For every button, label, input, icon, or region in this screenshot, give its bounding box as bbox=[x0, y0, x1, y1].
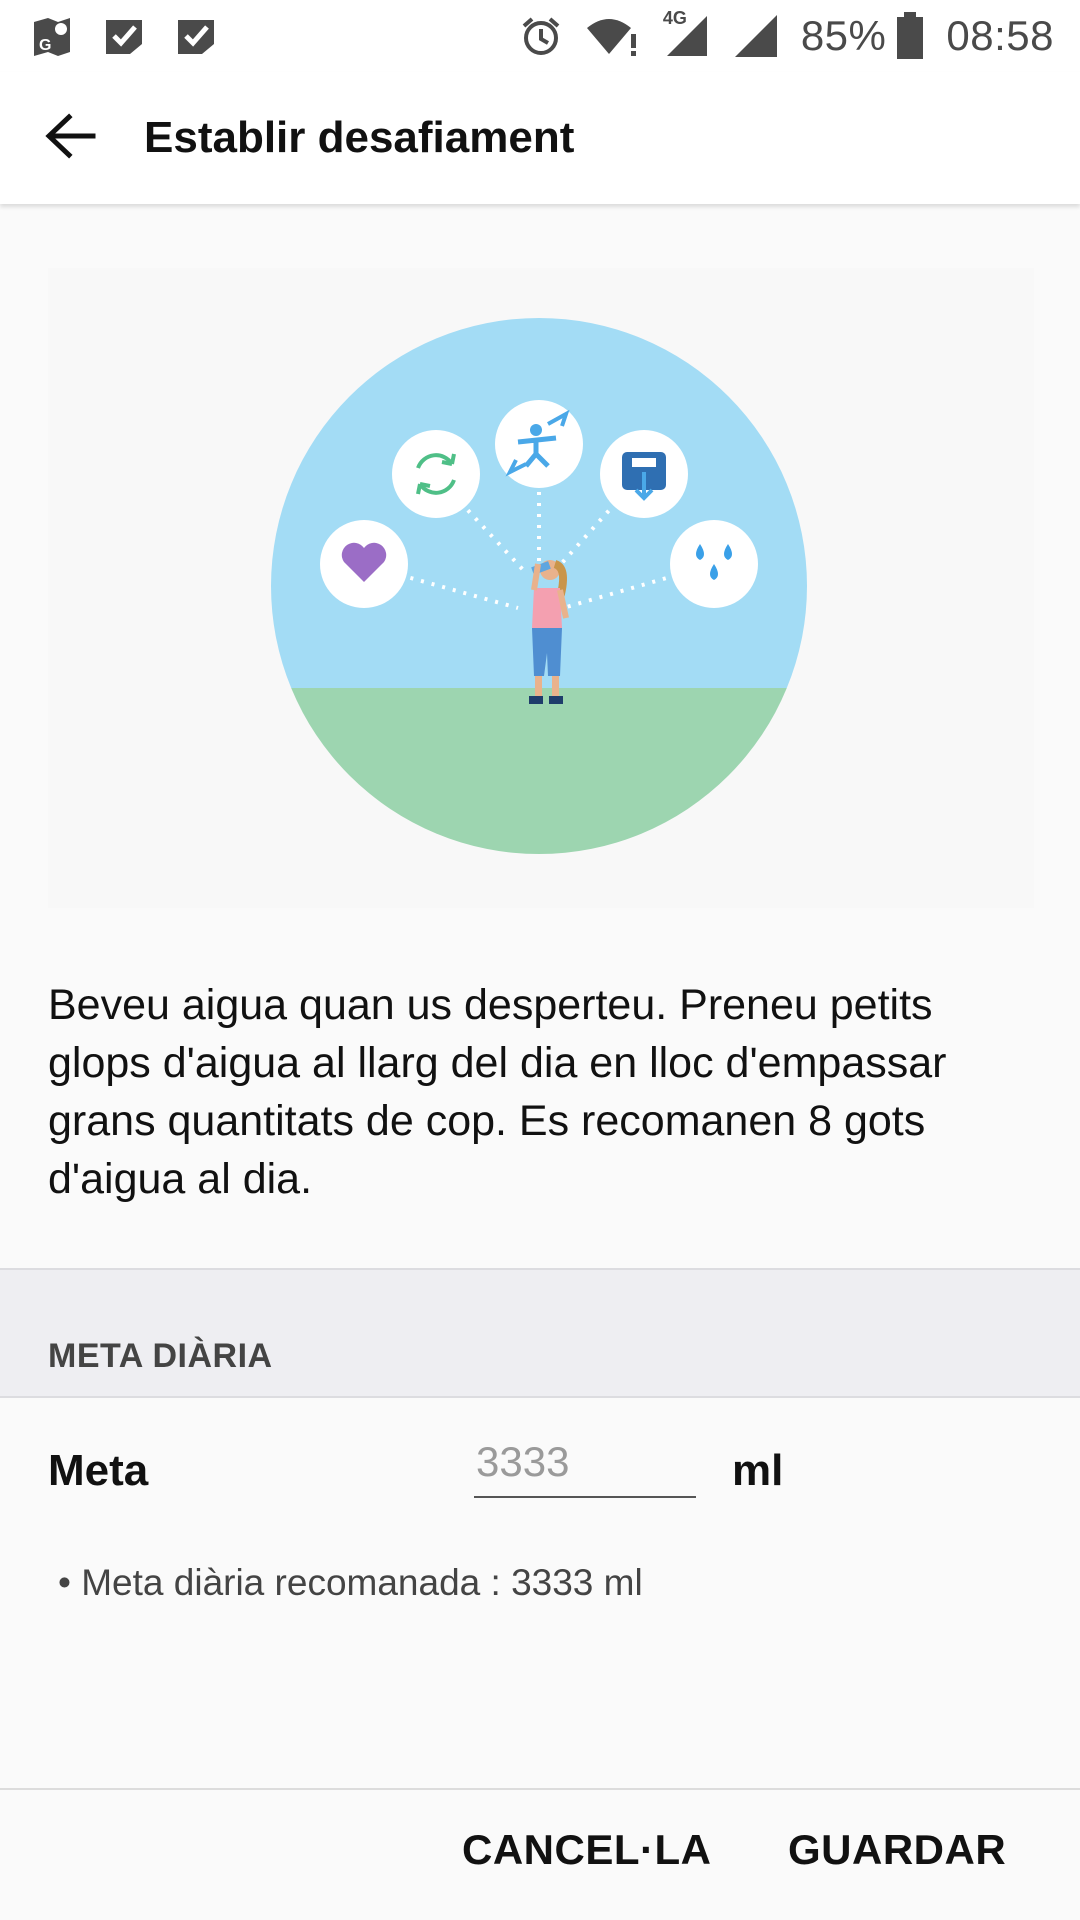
app-bar: Establir desafiament bbox=[0, 72, 1080, 204]
status-bar: G 4G 85% 08:58 bbox=[0, 0, 1080, 72]
cancel-button[interactable]: CANCEL·LA bbox=[462, 1826, 711, 1874]
exercise-icon bbox=[495, 400, 583, 488]
section-title: META DIÀRIA bbox=[48, 1337, 273, 1375]
heart-icon bbox=[320, 520, 408, 608]
arrow-back-icon bbox=[43, 109, 97, 168]
check-icon bbox=[174, 14, 218, 58]
wifi-icon bbox=[585, 14, 639, 58]
status-system: 4G 85% 08:58 bbox=[519, 8, 1054, 60]
battery-percent: 85% bbox=[800, 12, 887, 59]
page-title: Establir desafiament bbox=[144, 113, 575, 162]
goal-label: Meta bbox=[48, 1446, 149, 1495]
network-type-label: 4G bbox=[662, 8, 687, 28]
save-button[interactable]: GUARDAR bbox=[788, 1826, 1006, 1874]
weight-scale-icon bbox=[600, 430, 688, 518]
challenge-illustration bbox=[48, 268, 1034, 908]
svg-text:G: G bbox=[39, 37, 51, 54]
status-notifications: G bbox=[30, 14, 218, 58]
goal-input[interactable] bbox=[474, 1436, 696, 1498]
maps-icon: G bbox=[30, 14, 74, 58]
signal-icon: 4G bbox=[661, 8, 711, 60]
signal-icon bbox=[733, 13, 779, 59]
water-drops-icon bbox=[670, 520, 758, 608]
back-button[interactable] bbox=[0, 72, 140, 204]
sync-icon bbox=[392, 430, 480, 518]
daily-goal-section-header: META DIÀRIA bbox=[0, 1268, 1080, 1398]
clock: 08:58 bbox=[946, 12, 1054, 59]
check-icon bbox=[102, 14, 146, 58]
battery-icon bbox=[896, 12, 924, 60]
goal-unit: ml bbox=[732, 1446, 784, 1495]
challenge-description: Beveu aigua quan us desperteu. Preneu pe… bbox=[48, 981, 947, 1203]
alarm-icon bbox=[519, 14, 563, 58]
recommended-goal-hint: • Meta diària recomanada : 3333 ml bbox=[58, 1562, 643, 1603]
dialog-button-bar: CANCEL·LA GUARDAR bbox=[0, 1788, 1080, 1920]
